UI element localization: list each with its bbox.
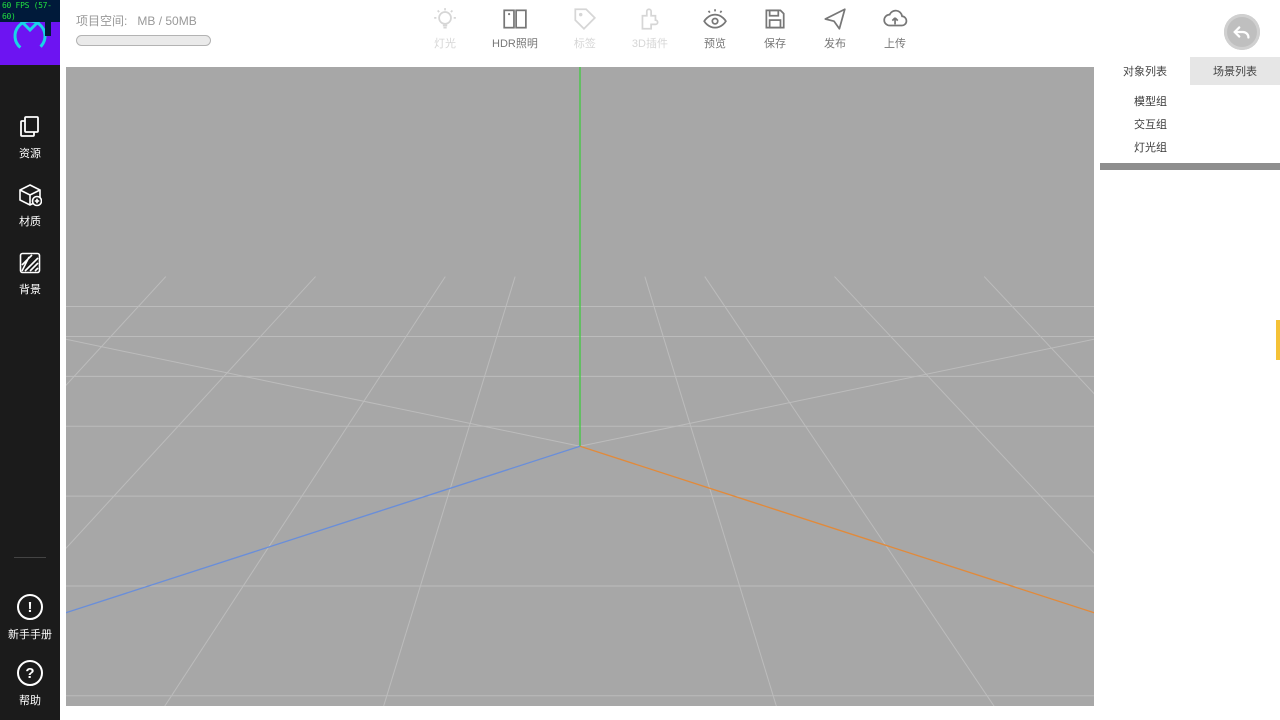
sidebar-item-help[interactable]: ? 帮助 [17,660,43,708]
tree-item-label: 灯光组 [1134,142,1167,154]
quota-bar [76,35,211,46]
toolbar-label: 发布 [824,35,846,51]
copy-icon [18,115,42,139]
sidebar-item-resource[interactable]: 资源 [18,115,42,161]
right-edge-handle[interactable] [1276,320,1280,360]
toolbar-tag-button[interactable]: 标签 [572,6,598,51]
toolbar-label: 灯光 [434,35,456,51]
exclaim-icon: ! [17,594,43,620]
toolbar-publish-button[interactable]: 发布 [822,6,848,51]
sidebar-item-label: 新手手册 [8,626,52,642]
sidebar-item-label: 背景 [19,281,41,297]
plugin-icon [637,6,663,32]
send-icon [822,6,848,32]
toolbar-label: 标签 [574,35,596,51]
axis-z [66,447,580,685]
material-icon [18,183,42,207]
toolbar-label: 3D插件 [632,35,668,51]
toolbar-upload-button[interactable]: 上传 [882,6,908,51]
panel-separator[interactable] [1100,163,1280,170]
tag-icon [572,6,598,32]
tree-item-label: 交互组 [1134,119,1167,131]
toolbar-label: 保存 [764,35,786,51]
toolbar-light-button[interactable]: 灯光 [432,6,458,51]
project-space-prefix: 项目空间: [76,14,127,28]
background-icon [18,251,42,275]
tree-view: 模型组 交互组 灯光组 [1100,85,1280,163]
project-space-total: 50MB [165,14,196,28]
toolbar-preview-button[interactable]: 预览 [702,6,728,51]
toolbar-label: 上传 [884,35,906,51]
app-logo[interactable]: 60 FPS (57-60) [0,0,60,65]
toolbar-save-button[interactable]: 保存 [762,6,788,51]
sidebar-item-label: 材质 [19,213,41,229]
right-panel: 对象列表 场景列表 模型组 交互组 灯光组 [1100,57,1280,720]
project-space-used: MB [137,14,155,28]
sidebar-item-label: 帮助 [19,692,41,708]
fps-overlay: 60 FPS (57-60) [0,0,60,22]
cloud-upload-icon [882,6,908,32]
undo-icon [1231,21,1253,43]
toolbar-hdr-button[interactable]: HDR照明 [492,6,538,51]
tree-item-interact-group[interactable]: 交互组 [1134,116,1280,132]
sidebar-item-label: 资源 [19,145,41,161]
tree-item-label: 模型组 [1134,96,1167,108]
tab-label: 对象列表 [1123,63,1167,79]
tree-item-light-group[interactable]: 灯光组 [1134,139,1280,155]
project-space-sep: / [155,14,165,28]
sidebar-item-material[interactable]: 材质 [18,183,42,229]
sidebar-item-guide[interactable]: ! 新手手册 [8,594,52,642]
tree-item-model-group[interactable]: 模型组 [1134,93,1280,109]
project-space-info: 项目空间: MB / 50MB [76,12,211,46]
save-icon [762,6,788,32]
toolbar-label: 预览 [704,35,726,51]
sidebar-item-background[interactable]: 背景 [18,251,42,297]
toolbar-label: HDR照明 [492,35,538,51]
top-toolbar: 项目空间: MB / 50MB 灯光 HDR照明 [60,0,1280,57]
toolbar-plugin-button[interactable]: 3D插件 [632,6,668,51]
question-icon: ? [17,660,43,686]
axis-x [580,447,1094,685]
tab-scene[interactable]: 场景列表 [1190,57,1280,85]
sidebar-divider [14,557,46,558]
viewport-3d[interactable] [66,67,1094,706]
undo-button[interactable] [1224,14,1260,50]
light-bulb-icon [432,6,458,32]
tab-objects[interactable]: 对象列表 [1100,57,1190,85]
hdr-icon [502,6,528,32]
tab-label: 场景列表 [1213,63,1257,79]
eye-icon [702,6,728,32]
viewport-grid [66,67,1094,706]
